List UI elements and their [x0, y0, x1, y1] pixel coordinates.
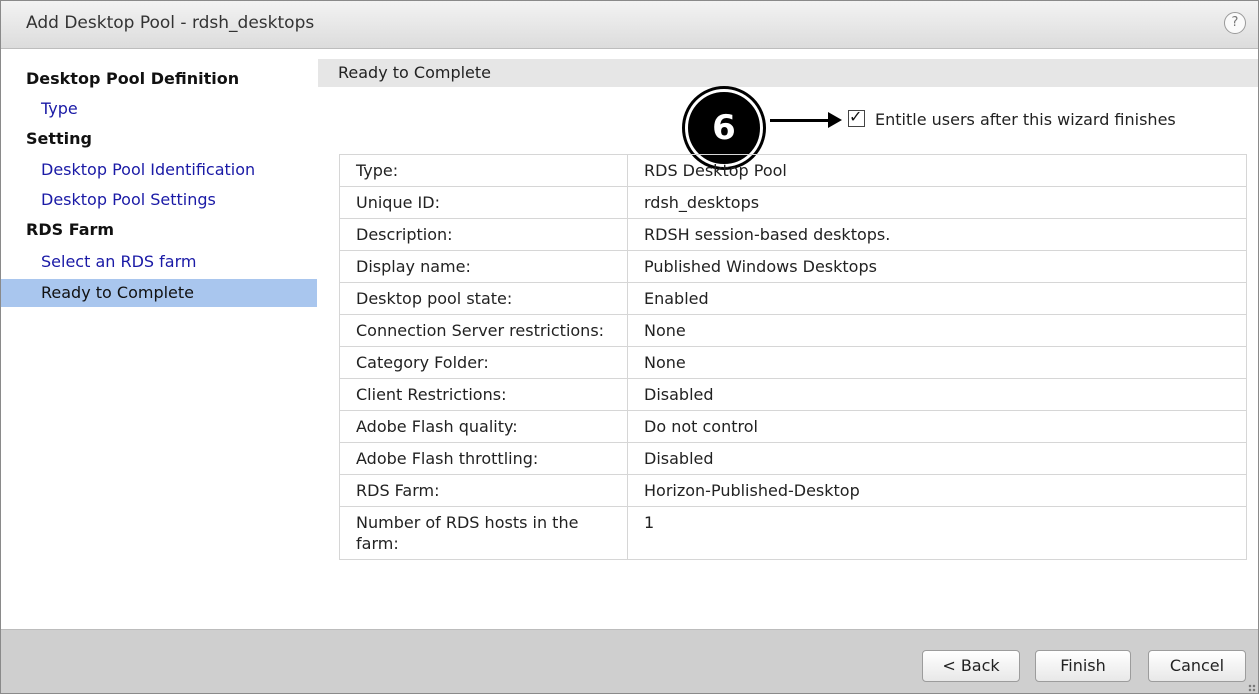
row-value: None	[627, 314, 1247, 347]
table-row: Connection Server restrictions: None	[339, 314, 1247, 347]
sidebar-item-select-an-rds-farm[interactable]: Select an RDS farm	[1, 248, 317, 276]
table-row: Client Restrictions: Disabled	[339, 378, 1247, 411]
callout-arrow-line	[770, 119, 830, 122]
row-key: Adobe Flash throttling:	[339, 442, 628, 475]
table-row: Display name: Published Windows Desktops	[339, 250, 1247, 283]
sidebar-header-desktop-pool-definition: Desktop Pool Definition	[26, 69, 240, 88]
table-row: Number of RDS hosts in the farm: 1	[339, 506, 1247, 560]
row-key: Unique ID:	[339, 186, 628, 219]
table-row: Adobe Flash quality: Do not control	[339, 410, 1247, 443]
row-key: Number of RDS hosts in the farm:	[339, 506, 628, 560]
wizard-steps-sidebar: Desktop Pool Definition Type Setting Des…	[1, 59, 317, 629]
row-key: Adobe Flash quality:	[339, 410, 628, 443]
entitle-users-checkbox[interactable]: ✓ Entitle users after this wizard finishe…	[848, 107, 1176, 132]
cancel-button[interactable]: Cancel	[1148, 650, 1246, 682]
row-key: Type:	[339, 154, 628, 187]
window-title: Add Desktop Pool - rdsh_desktops	[26, 13, 315, 33]
row-value: Published Windows Desktops	[627, 250, 1247, 283]
row-value: rdsh_desktops	[627, 186, 1247, 219]
row-key: Desktop pool state:	[339, 282, 628, 315]
row-value: Do not control	[627, 410, 1247, 443]
table-row: Category Folder: None	[339, 346, 1247, 379]
section-title: Ready to Complete	[318, 59, 1258, 87]
help-icon[interactable]: ?	[1224, 12, 1246, 34]
table-row: Description: RDSH session-based desktops.	[339, 218, 1247, 251]
title-bar: Add Desktop Pool - rdsh_desktops ?	[1, 1, 1258, 49]
summary-table: Type: RDS Desktop Pool Unique ID: rdsh_desk…	[339, 154, 1247, 560]
row-value: RDSH session-based desktops.	[627, 218, 1247, 251]
table-row: Desktop pool state: Enabled	[339, 282, 1247, 315]
row-value: Horizon-Published-Desktop	[627, 474, 1247, 507]
sidebar-item-type[interactable]: Type	[1, 95, 317, 123]
entitle-users-label: Entitle users after this wizard finishes	[875, 110, 1176, 129]
row-key: Client Restrictions:	[339, 378, 628, 411]
row-key: Category Folder:	[339, 346, 628, 379]
finish-button[interactable]: Finish	[1035, 650, 1131, 682]
row-value: Disabled	[627, 378, 1247, 411]
callout-arrow-head-icon	[828, 112, 842, 128]
sidebar-header-setting: Setting	[26, 129, 92, 148]
sidebar-item-ready-to-complete[interactable]: Ready to Complete	[1, 279, 317, 307]
add-desktop-pool-dialog: Add Desktop Pool - rdsh_desktops ? Deskt…	[0, 0, 1259, 694]
sidebar-item-desktop-pool-identification[interactable]: Desktop Pool Identification	[1, 156, 317, 184]
table-row: Unique ID: rdsh_desktops	[339, 186, 1247, 219]
row-value: Disabled	[627, 442, 1247, 475]
sidebar-item-desktop-pool-settings[interactable]: Desktop Pool Settings	[1, 186, 317, 214]
table-row: Type: RDS Desktop Pool	[339, 154, 1247, 187]
row-value: None	[627, 346, 1247, 379]
row-key: Display name:	[339, 250, 628, 283]
row-key: RDS Farm:	[339, 474, 628, 507]
row-key: Connection Server restrictions:	[339, 314, 628, 347]
footer-bar: < Back Finish Cancel	[1, 629, 1258, 693]
checkbox-checked-icon[interactable]: ✓	[848, 107, 865, 127]
row-key: Description:	[339, 218, 628, 251]
row-value: Enabled	[627, 282, 1247, 315]
resize-grip-icon[interactable]	[1248, 684, 1256, 692]
row-value: 1	[627, 506, 1247, 560]
table-row: Adobe Flash throttling: Disabled	[339, 442, 1247, 475]
table-row: RDS Farm: Horizon-Published-Desktop	[339, 474, 1247, 507]
row-value: RDS Desktop Pool	[627, 154, 1247, 187]
back-button[interactable]: < Back	[922, 650, 1020, 682]
sidebar-header-rds-farm: RDS Farm	[26, 220, 115, 239]
main-panel: Ready to Complete 6 ✓ Entitle users after…	[318, 59, 1258, 629]
